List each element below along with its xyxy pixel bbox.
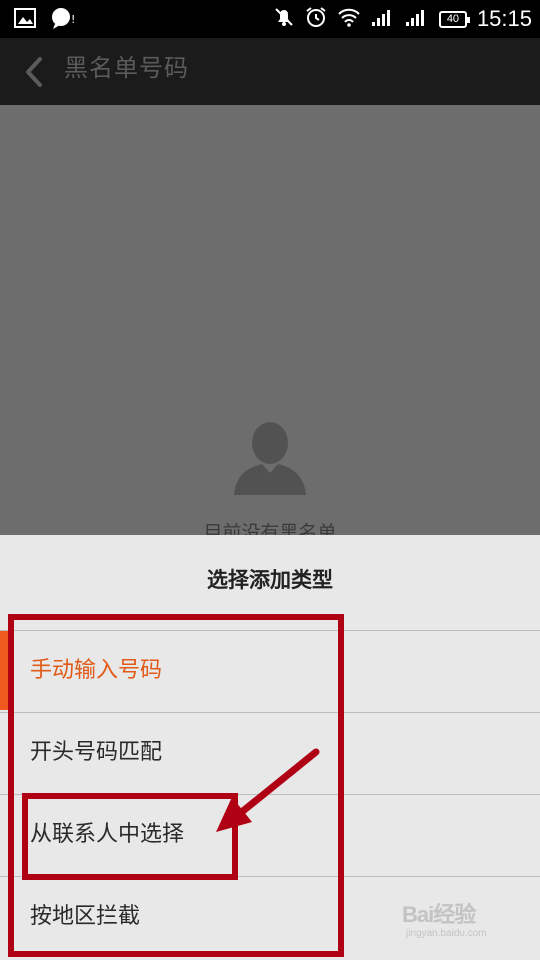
signal-icon-2 — [405, 7, 429, 31]
status-time: 15:15 — [476, 6, 532, 31]
chat-icon: ! — [50, 7, 76, 33]
back-button[interactable] — [14, 52, 54, 92]
option-label: 开头号码匹配 — [30, 740, 163, 765]
svg-text:!: ! — [71, 13, 75, 26]
option-label: 手动输入号码 — [30, 658, 163, 683]
app-header: 黑名单号码 — [0, 38, 540, 105]
image-icon — [14, 8, 36, 32]
person-silhouette-icon — [230, 417, 310, 497]
status-left: ! — [14, 7, 76, 33]
option-label: 从联系人中选择 — [30, 822, 185, 847]
baidu-watermark: Bai经验 jingyan.baidu.com — [402, 895, 512, 945]
mute-icon — [273, 6, 295, 32]
sheet-title: 选择添加类型 — [207, 568, 333, 592]
option-from-contacts[interactable]: 从联系人中选择 — [0, 794, 540, 876]
battery-icon: 40 — [438, 10, 470, 28]
watermark-brand: Bai经验 — [402, 902, 476, 927]
alarm-icon — [305, 6, 327, 32]
status-right: 40 15:15 — [273, 5, 532, 33]
option-manual-input[interactable]: 手动输入号码 — [0, 630, 540, 712]
signal-icon — [371, 7, 395, 31]
option-prefix-match[interactable]: 开头号码匹配 — [0, 712, 540, 794]
watermark-url: jingyan.baidu.com — [406, 928, 487, 939]
status-bar: ! 40 15:15 — [0, 0, 540, 38]
option-label: 按地区拦截 — [30, 904, 141, 929]
empty-state: 目前没有黑名单 — [0, 105, 540, 544]
back-arrow-icon — [26, 57, 42, 87]
page-title: 黑名单号码 — [64, 54, 189, 82]
wifi-icon — [337, 7, 361, 31]
